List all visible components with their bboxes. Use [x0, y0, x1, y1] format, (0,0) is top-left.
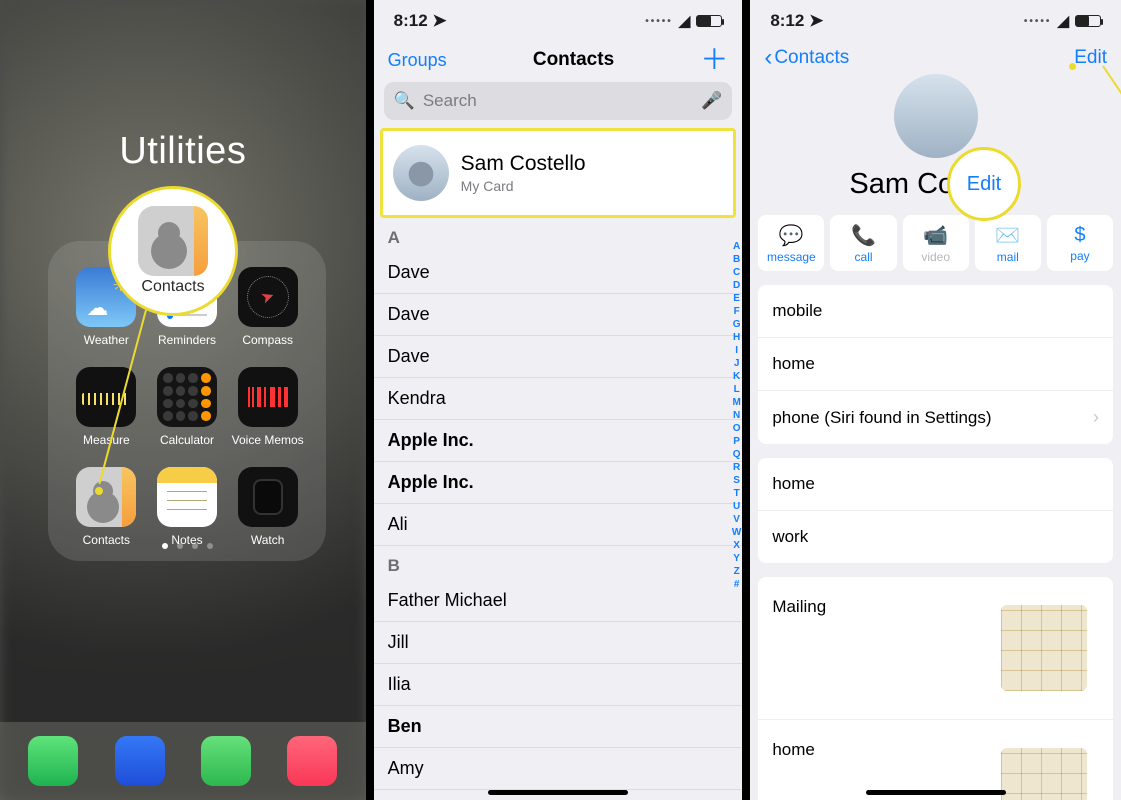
map-thumbnail[interactable]: [1001, 605, 1087, 691]
app-calculator[interactable]: Calculator: [147, 367, 228, 461]
contact-row[interactable]: Dave: [374, 336, 743, 378]
notes-icon: [157, 467, 217, 527]
cell-signal-icon: •••••: [1024, 16, 1052, 27]
battery-icon: [1075, 15, 1101, 27]
home-indicator[interactable]: [488, 790, 628, 795]
field-row[interactable]: phone (Siri found in Settings)›: [758, 391, 1113, 444]
contact-nav: ‹Contacts Edit: [750, 42, 1121, 74]
action-video: 📹video: [903, 215, 969, 271]
avatar[interactable]: [894, 74, 978, 158]
phones-group: mobilehomephone (Siri found in Settings)…: [758, 285, 1113, 444]
search-input[interactable]: 🔍 Search 🎤: [384, 82, 733, 120]
dock-app-1[interactable]: [28, 736, 78, 786]
mail-icon: ✉️: [995, 223, 1020, 248]
chevron-right-icon: ›: [1093, 407, 1099, 428]
contact-row[interactable]: Jill: [374, 622, 743, 664]
contact-row[interactable]: Kendra: [374, 378, 743, 420]
contact-row[interactable]: Apple Inc.: [374, 462, 743, 504]
back-button[interactable]: ‹Contacts: [764, 46, 849, 70]
contact-row[interactable]: Father Michael: [374, 580, 743, 622]
field-row[interactable]: home: [758, 338, 1113, 391]
dock-app-3[interactable]: [201, 736, 251, 786]
page-title: Contacts: [533, 49, 614, 71]
status-time: 8:12: [770, 11, 804, 30]
my-card-row[interactable]: Sam Costello My Card: [380, 128, 737, 218]
folder-page-dots: [48, 543, 326, 549]
contact-row[interactable]: Amy: [374, 748, 743, 790]
callout-endpoint: [95, 487, 103, 495]
battery-icon: [696, 15, 722, 27]
field-row[interactable]: work: [758, 511, 1113, 563]
cell-signal-icon: •••••: [645, 16, 673, 27]
contact-row[interactable]: Dave: [374, 294, 743, 336]
contact-row[interactable]: Dave: [374, 252, 743, 294]
message-icon: 💬: [779, 223, 804, 248]
section-header: B: [374, 546, 743, 580]
field-row[interactable]: home: [758, 458, 1113, 511]
contacts-icon: [76, 467, 136, 527]
wifi-icon: ◢: [1057, 12, 1069, 30]
field-row[interactable]: home: [758, 720, 1113, 800]
calculator-icon: [157, 367, 217, 427]
search-icon: 🔍: [394, 91, 415, 111]
field-row[interactable]: mobile: [758, 285, 1113, 338]
alpha-index[interactable]: ABCDEFGHIJKLMNOPQRSTUVWXYZ#: [732, 240, 741, 591]
my-card-sub: My Card: [461, 178, 586, 194]
contacts-icon: [138, 206, 208, 276]
dock-app-4[interactable]: [287, 736, 337, 786]
status-bar: 8:12 ➤ ••••• ◢: [750, 0, 1121, 42]
contact-hero: Sam Costello: [750, 74, 1121, 201]
watch-icon: [238, 467, 298, 527]
home-indicator[interactable]: [866, 790, 1006, 795]
chevron-left-icon: ‹: [764, 46, 772, 70]
dictate-icon[interactable]: 🎤: [701, 91, 722, 111]
compass-icon: [238, 267, 298, 327]
contacts-header: Groups Contacts ＋: [374, 42, 743, 82]
folder-title: Utilities: [0, 130, 366, 173]
dock: [0, 722, 366, 800]
action-pay[interactable]: $pay: [1047, 215, 1113, 271]
my-card-name: Sam Costello: [461, 152, 586, 176]
action-mail[interactable]: ✉️mail: [975, 215, 1041, 271]
app-compass[interactable]: Compass: [227, 267, 308, 361]
contact-row[interactable]: Apple Inc.: [374, 420, 743, 462]
dock-app-2[interactable]: [115, 736, 165, 786]
status-time: 8:12: [394, 11, 428, 30]
video-icon: 📹: [923, 223, 948, 248]
callout-contacts: Contacts: [108, 186, 238, 316]
call-icon: 📞: [851, 223, 876, 248]
app-voicememos[interactable]: Voice Memos: [227, 367, 308, 461]
map-thumbnail[interactable]: [1001, 748, 1087, 800]
status-bar: 8:12 ➤ ••••• ◢: [374, 0, 743, 42]
pay-icon: $: [1074, 224, 1085, 247]
field-row[interactable]: Mailing: [758, 577, 1113, 720]
contact-row[interactable]: Ali: [374, 504, 743, 546]
voicememos-icon: [238, 367, 298, 427]
callout-endpoint: [1069, 63, 1076, 70]
contact-row[interactable]: Ben: [374, 706, 743, 748]
avatar: [393, 145, 449, 201]
app-measure[interactable]: Measure: [66, 367, 147, 461]
callout-edit: Edit: [947, 147, 1021, 221]
emails-group: homework: [758, 458, 1113, 563]
add-contact-button[interactable]: ＋: [700, 46, 728, 74]
location-icon: ➤: [432, 11, 446, 30]
action-message[interactable]: 💬message: [758, 215, 824, 271]
wifi-icon: ◢: [679, 12, 691, 30]
action-call[interactable]: 📞call: [830, 215, 896, 271]
groups-button[interactable]: Groups: [388, 50, 447, 71]
search-placeholder: Search: [423, 91, 477, 111]
contact-row[interactable]: Ilia: [374, 664, 743, 706]
section-header: A: [374, 218, 743, 252]
location-icon: ➤: [809, 11, 823, 30]
addresses-group: Mailinghome: [758, 577, 1113, 800]
